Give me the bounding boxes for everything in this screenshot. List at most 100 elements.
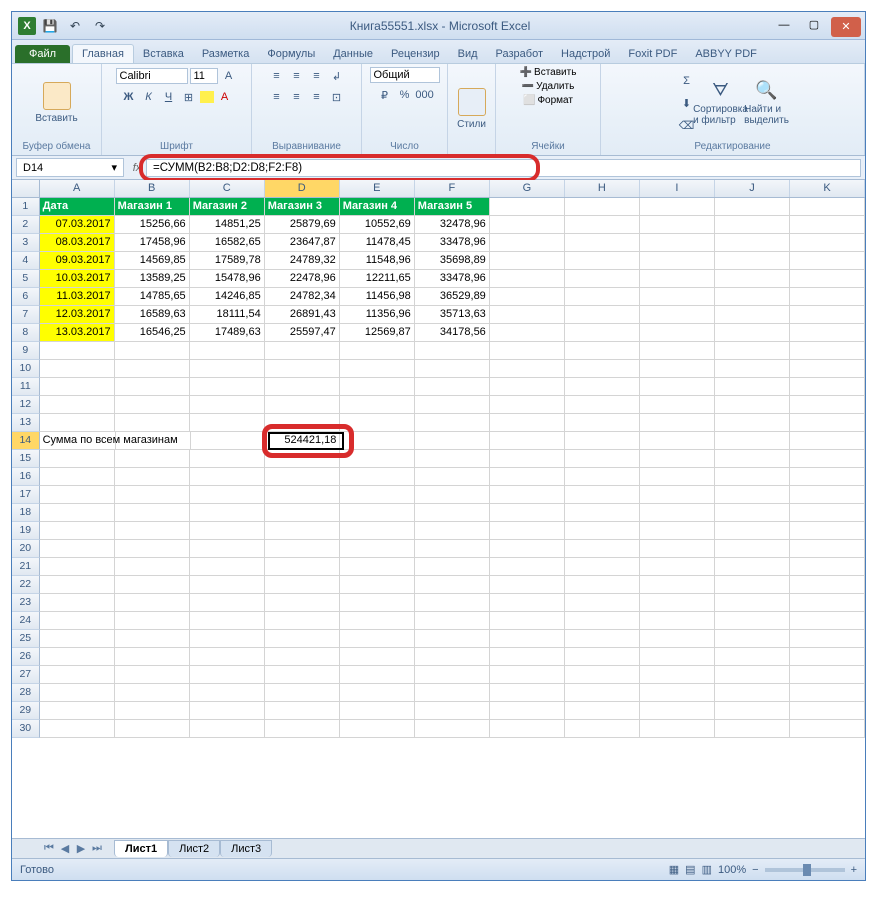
row-header[interactable]: 16 bbox=[12, 468, 40, 486]
tab-addins[interactable]: Надстрой bbox=[552, 45, 619, 63]
cell[interactable] bbox=[790, 324, 865, 342]
cell[interactable] bbox=[640, 432, 715, 450]
cell[interactable] bbox=[40, 450, 115, 468]
cell[interactable] bbox=[340, 522, 415, 540]
cell[interactable] bbox=[190, 684, 265, 702]
cell[interactable] bbox=[415, 432, 490, 450]
cell[interactable]: 36529,89 bbox=[415, 288, 490, 306]
row-header[interactable]: 5 bbox=[12, 270, 40, 288]
cell[interactable]: 09.03.2017 bbox=[40, 252, 115, 270]
cell[interactable] bbox=[790, 198, 865, 216]
cell[interactable]: 11478,45 bbox=[340, 234, 415, 252]
align-right-icon[interactable]: ≡ bbox=[308, 88, 326, 106]
cell[interactable] bbox=[40, 396, 115, 414]
row-header[interactable]: 9 bbox=[12, 342, 40, 360]
cell[interactable] bbox=[715, 234, 790, 252]
cell[interactable] bbox=[490, 234, 565, 252]
font-size-combo[interactable]: 11 bbox=[190, 68, 218, 84]
col-header-D[interactable]: D bbox=[265, 180, 340, 197]
cell[interactable] bbox=[640, 252, 715, 270]
cell[interactable] bbox=[490, 432, 565, 450]
cell[interactable] bbox=[40, 486, 115, 504]
percent-icon[interactable]: % bbox=[396, 86, 414, 104]
col-header-K[interactable]: K bbox=[790, 180, 865, 197]
cell[interactable] bbox=[565, 612, 640, 630]
cell[interactable] bbox=[565, 198, 640, 216]
cell[interactable] bbox=[715, 540, 790, 558]
cell[interactable] bbox=[415, 612, 490, 630]
col-header-C[interactable]: C bbox=[190, 180, 265, 197]
cell[interactable] bbox=[640, 558, 715, 576]
cell[interactable] bbox=[265, 396, 340, 414]
cell[interactable] bbox=[715, 360, 790, 378]
cell[interactable] bbox=[640, 612, 715, 630]
cell[interactable] bbox=[790, 486, 865, 504]
row-header[interactable]: 23 bbox=[12, 594, 40, 612]
cell[interactable] bbox=[40, 342, 115, 360]
cell[interactable] bbox=[190, 540, 265, 558]
cell[interactable] bbox=[790, 378, 865, 396]
cell[interactable] bbox=[565, 414, 640, 432]
cell[interactable] bbox=[715, 504, 790, 522]
row-header[interactable]: 11 bbox=[12, 378, 40, 396]
cell[interactable] bbox=[40, 504, 115, 522]
cell[interactable] bbox=[340, 630, 415, 648]
cell[interactable] bbox=[340, 666, 415, 684]
tab-abbyy[interactable]: ABBYY PDF bbox=[686, 45, 766, 63]
cell[interactable] bbox=[115, 630, 190, 648]
align-mid-icon[interactable]: ≡ bbox=[288, 67, 306, 85]
cell[interactable] bbox=[715, 648, 790, 666]
cell[interactable]: 16582,65 bbox=[190, 234, 265, 252]
underline-button[interactable]: Ч bbox=[160, 88, 178, 106]
cell[interactable] bbox=[715, 486, 790, 504]
cell[interactable]: 24789,32 bbox=[265, 252, 340, 270]
cell[interactable]: 15256,66 bbox=[115, 216, 190, 234]
cell[interactable]: 10552,69 bbox=[340, 216, 415, 234]
row-header[interactable]: 13 bbox=[12, 414, 40, 432]
cell[interactable] bbox=[565, 540, 640, 558]
cell[interactable]: Сумма по всем магазинам bbox=[40, 432, 116, 450]
number-format-combo[interactable]: Общий bbox=[370, 67, 440, 83]
cell[interactable] bbox=[40, 522, 115, 540]
cell[interactable] bbox=[790, 594, 865, 612]
cell[interactable] bbox=[340, 486, 415, 504]
cell[interactable] bbox=[415, 378, 490, 396]
cell[interactable] bbox=[265, 486, 340, 504]
cell[interactable] bbox=[790, 612, 865, 630]
cell[interactable] bbox=[640, 576, 715, 594]
row-header[interactable]: 4 bbox=[12, 252, 40, 270]
cell[interactable] bbox=[565, 378, 640, 396]
cell[interactable] bbox=[565, 288, 640, 306]
cell[interactable] bbox=[715, 702, 790, 720]
cell[interactable]: 32478,96 bbox=[415, 216, 490, 234]
cell[interactable] bbox=[790, 306, 865, 324]
cell[interactable] bbox=[265, 450, 340, 468]
cell[interactable] bbox=[715, 252, 790, 270]
cell[interactable] bbox=[40, 612, 115, 630]
close-button[interactable]: ✕ bbox=[831, 17, 861, 37]
cell[interactable] bbox=[340, 540, 415, 558]
tab-foxit[interactable]: Foxit PDF bbox=[619, 45, 686, 63]
cell[interactable] bbox=[415, 630, 490, 648]
col-header-J[interactable]: J bbox=[715, 180, 790, 197]
cell[interactable]: 22478,96 bbox=[265, 270, 340, 288]
row-header[interactable]: 22 bbox=[12, 576, 40, 594]
cell[interactable] bbox=[340, 342, 415, 360]
cell[interactable] bbox=[40, 378, 115, 396]
cell[interactable] bbox=[640, 342, 715, 360]
cell[interactable] bbox=[190, 576, 265, 594]
cell[interactable] bbox=[115, 522, 190, 540]
cell[interactable] bbox=[340, 450, 415, 468]
cell[interactable]: 524421,18 bbox=[265, 432, 340, 450]
cell[interactable] bbox=[415, 522, 490, 540]
cell[interactable] bbox=[415, 360, 490, 378]
cell[interactable] bbox=[490, 684, 565, 702]
sheet-tab-1[interactable]: Лист1 bbox=[114, 840, 168, 857]
cell[interactable] bbox=[790, 666, 865, 684]
cell[interactable] bbox=[715, 342, 790, 360]
cell[interactable] bbox=[490, 306, 565, 324]
cell[interactable] bbox=[115, 594, 190, 612]
cell[interactable] bbox=[115, 414, 190, 432]
tab-view[interactable]: Вид bbox=[449, 45, 487, 63]
cell[interactable] bbox=[490, 720, 565, 738]
